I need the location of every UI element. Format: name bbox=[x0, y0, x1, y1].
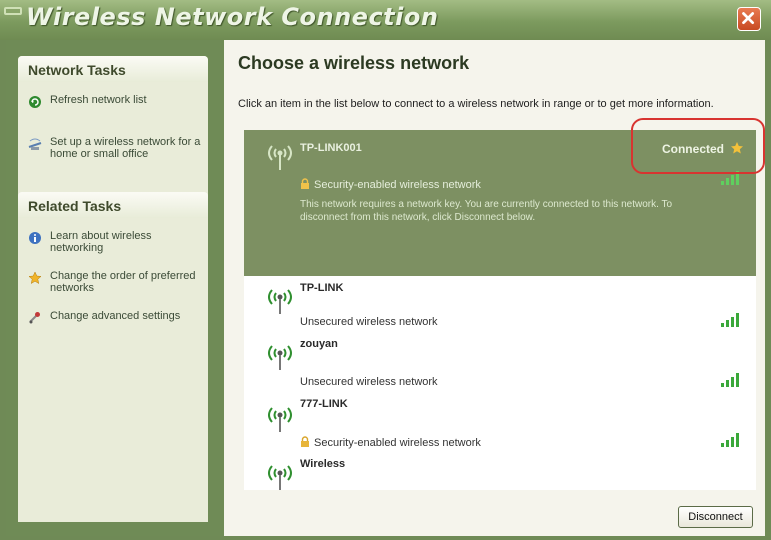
connected-highlight-annotation bbox=[631, 118, 765, 174]
network-status-label: Security-enabled wireless network bbox=[314, 179, 481, 191]
network-tasks-header: Network Tasks bbox=[18, 56, 208, 82]
instructions-text: Click an item in the list below to conne… bbox=[238, 98, 714, 110]
setup-wireless-network-label: Set up a wireless network for a home or … bbox=[50, 136, 201, 160]
window-title: Wireless Network Connection bbox=[26, 3, 439, 31]
wireless-antenna-icon bbox=[268, 289, 292, 314]
settings-icon bbox=[29, 312, 40, 324]
title-bar: Wireless Network Connection bbox=[0, 0, 771, 40]
refresh-icon bbox=[29, 96, 41, 108]
star-icon bbox=[28, 271, 42, 285]
lock-icon bbox=[301, 178, 309, 189]
learn-about-wireless-label: Learn about wireless networking bbox=[50, 230, 152, 254]
network-name: zouyan bbox=[300, 338, 338, 350]
change-advanced-settings-link[interactable]: Change advanced settings bbox=[18, 310, 208, 338]
network-status-label: Unsecured wireless network bbox=[300, 316, 438, 328]
wireless-network-list[interactable]: TP-LINK001 Connected Security-enabled wi… bbox=[244, 130, 756, 490]
close-icon bbox=[742, 12, 755, 25]
wireless-antenna-icon bbox=[268, 407, 292, 432]
close-button[interactable] bbox=[737, 7, 761, 31]
info-icon bbox=[29, 232, 41, 244]
signal-strength-icon bbox=[721, 313, 739, 327]
page-title: Choose a wireless network bbox=[238, 53, 470, 73]
signal-strength-icon bbox=[721, 373, 739, 387]
related-tasks-panel: Related Tasks Learn about wireless netwo… bbox=[18, 192, 208, 522]
network-status-label: Unsecured wireless network bbox=[300, 376, 438, 388]
disconnect-button[interactable]: Disconnect bbox=[678, 506, 753, 528]
network-setup-icon bbox=[28, 138, 42, 150]
network-name: 777-LINK bbox=[300, 398, 348, 410]
network-status-label: Security-enabled wireless network bbox=[314, 437, 481, 449]
change-preferred-order-link[interactable]: Change the order of preferred networks bbox=[18, 270, 208, 298]
network-item-777-link[interactable]: 777-LINK Security-enabled wireless netwo… bbox=[244, 398, 756, 456]
signal-strength-icon bbox=[721, 433, 739, 447]
wireless-antenna-icon bbox=[268, 145, 292, 170]
network-description: This network requires a network key. You… bbox=[300, 199, 673, 223]
window-body: Network Tasks Refresh network list Set u… bbox=[6, 40, 765, 536]
network-item-tp-link[interactable]: TP-LINK Unsecured wireless network bbox=[244, 278, 756, 336]
network-name: TP-LINK bbox=[300, 282, 344, 294]
network-security-status: Security-enabled wireless network bbox=[300, 178, 481, 191]
main-content: Choose a wireless network Click an item … bbox=[224, 40, 765, 536]
window-icon bbox=[4, 7, 22, 15]
lock-icon bbox=[301, 436, 309, 447]
network-name: TP-LINK001 bbox=[300, 142, 362, 154]
network-name: Wireless bbox=[300, 458, 346, 470]
change-preferred-order-label: Change the order of preferred networks bbox=[50, 270, 196, 294]
refresh-network-list-link[interactable]: Refresh network list bbox=[18, 94, 208, 122]
wireless-antenna-icon bbox=[268, 465, 292, 490]
network-tasks-panel: Network Tasks Refresh network list Set u… bbox=[18, 56, 208, 200]
wireless-antenna-icon bbox=[268, 345, 292, 370]
network-item-zouyan[interactable]: zouyan Unsecured wireless network bbox=[244, 338, 756, 396]
learn-about-wireless-link[interactable]: Learn about wireless networking bbox=[18, 230, 208, 258]
refresh-network-list-label: Refresh network list bbox=[50, 94, 147, 106]
network-item-wireless[interactable]: Wireless bbox=[244, 458, 756, 490]
change-advanced-settings-label: Change advanced settings bbox=[50, 310, 181, 322]
network-security-status: Security-enabled wireless network bbox=[300, 436, 481, 449]
setup-wireless-network-link[interactable]: Set up a wireless network for a home or … bbox=[18, 136, 208, 164]
task-sidebar: Network Tasks Refresh network list Set u… bbox=[6, 40, 224, 536]
related-tasks-header: Related Tasks bbox=[18, 192, 208, 218]
